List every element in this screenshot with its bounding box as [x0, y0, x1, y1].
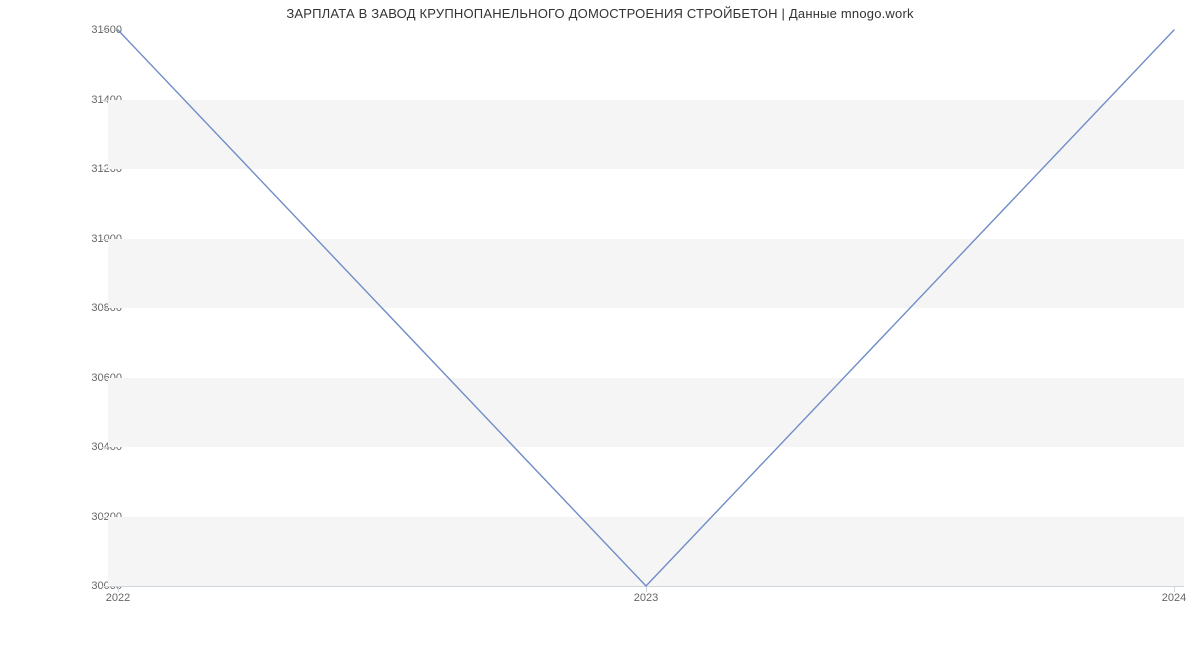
plot-area	[108, 30, 1184, 587]
x-tick-label: 2024	[1162, 592, 1186, 604]
line-chart: ЗАРПЛАТА В ЗАВОД КРУПНОПАНЕЛЬНОГО ДОМОСТ…	[0, 0, 1200, 650]
x-tick-label: 2022	[106, 592, 130, 604]
chart-series	[108, 30, 1184, 586]
chart-title: ЗАРПЛАТА В ЗАВОД КРУПНОПАНЕЛЬНОГО ДОМОСТ…	[0, 6, 1200, 21]
line-series-salary	[118, 30, 1174, 586]
x-tick-label: 2023	[634, 592, 658, 604]
